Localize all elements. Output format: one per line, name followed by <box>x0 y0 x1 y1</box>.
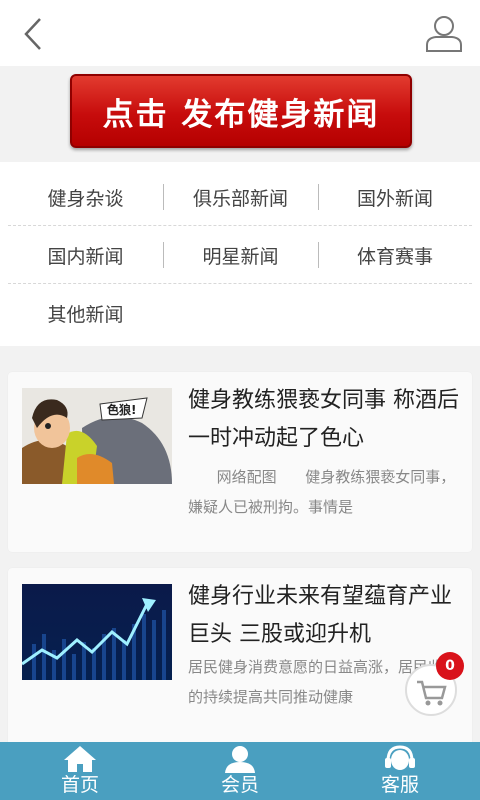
user-icon <box>426 16 462 52</box>
nav-home-label: 首页 <box>60 774 99 796</box>
nav-service[interactable]: 客服 <box>320 742 480 800</box>
back-button[interactable] <box>18 16 48 52</box>
user-profile-button[interactable] <box>424 14 464 54</box>
member-icon <box>225 746 255 773</box>
banner-area: 点击 发布健身新闻 <box>0 66 480 162</box>
category-row: 其他新闻 <box>8 284 472 342</box>
category-grid: 健身杂谈 俱乐部新闻 国外新闻 国内新闻 明星新闻 体育赛事 其他新闻 <box>0 162 480 346</box>
category-club-news[interactable]: 俱乐部新闻 <box>163 168 318 226</box>
news-title: 健身教练猥亵女同事 称酒后一时冲动起了色心 <box>188 388 459 451</box>
nav-service-label: 客服 <box>380 774 419 796</box>
news-card[interactable]: 色狼! 健身教练猥亵女同事 称酒后一时冲动起了色心 网络配图 健身教练猥亵女同事… <box>8 372 472 552</box>
nav-member[interactable]: 会员 <box>160 742 320 800</box>
news-thumbnail: 色狼! <box>22 388 172 484</box>
top-bar <box>0 0 480 66</box>
category-foreign-news[interactable]: 国外新闻 <box>318 168 472 226</box>
category-row: 国内新闻 明星新闻 体育赛事 <box>8 226 472 284</box>
service-icon <box>385 745 415 770</box>
thumbnail-caption: 色狼! <box>107 402 136 417</box>
nav-member-label: 会员 <box>220 774 259 796</box>
news-thumbnail-image: 色狼! <box>22 388 172 484</box>
nav-home[interactable]: 首页 <box>0 742 160 800</box>
news-thumbnail-image <box>22 584 172 680</box>
bottom-nav: 首页 会员 客服 <box>0 742 480 800</box>
category-row: 健身杂谈 俱乐部新闻 国外新闻 <box>8 168 472 226</box>
category-fitness-talk[interactable]: 健身杂谈 <box>8 168 163 226</box>
category-other-news[interactable]: 其他新闻 <box>8 284 163 342</box>
category-sports-events[interactable]: 体育赛事 <box>318 226 472 284</box>
news-card[interactable]: 健身行业未来有望蕴育产业巨头 三股或迎升机 居民健身消费意愿的日益高涨，居民收入… <box>8 568 472 768</box>
news-summary: 网络配图 健身教练猥亵女同事，嫌疑人已被刑拘。事情是 <box>188 468 456 516</box>
publish-news-button[interactable]: 点击 发布健身新闻 <box>70 74 412 148</box>
cart-count-badge: 0 <box>436 652 464 680</box>
category-celebrity-news[interactable]: 明星新闻 <box>163 226 318 284</box>
category-domestic-news[interactable]: 国内新闻 <box>8 226 163 284</box>
app-page: 点击 发布健身新闻 健身杂谈 俱乐部新闻 国外新闻 国内新闻 明星新闻 体育赛事… <box>0 0 480 800</box>
news-title: 健身行业未来有望蕴育产业巨头 三股或迎升机 <box>188 584 453 647</box>
chevron-left-icon <box>24 18 41 50</box>
home-icon <box>64 746 96 772</box>
news-thumbnail <box>22 584 172 680</box>
